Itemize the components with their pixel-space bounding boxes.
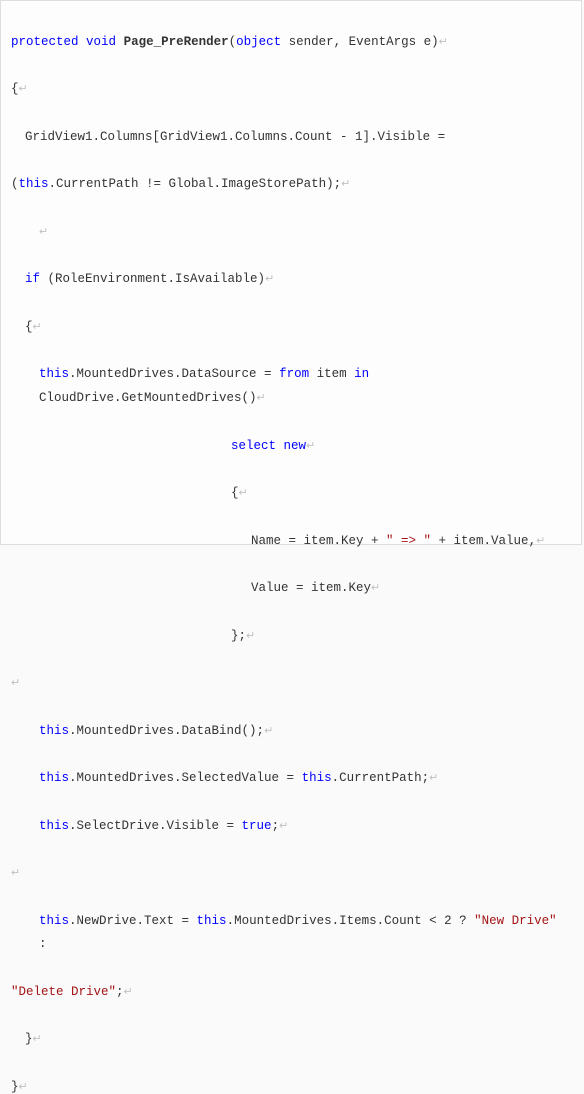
line-end-icon: ↵ — [341, 179, 350, 191]
keyword: this — [39, 724, 69, 738]
line-end-icon: ↵ — [429, 773, 438, 785]
line-end-icon: ↵ — [246, 631, 255, 643]
code-line: (this.CurrentPath != Global.ImageStorePa… — [11, 173, 571, 197]
code-line: if (RoleEnvironment.IsAvailable)↵ — [11, 268, 571, 292]
keyword: new — [284, 439, 307, 453]
code-line: select new↵ — [11, 435, 571, 459]
line-end-icon: ↵ — [33, 322, 42, 334]
code-line: }↵ — [11, 1076, 571, 1094]
code-line: ↵ — [11, 672, 571, 696]
code-line: Value = item.Key↵ — [11, 577, 571, 601]
line-end-icon: ↵ — [306, 441, 315, 453]
code-line: this.NewDrive.Text = this.MountedDrives.… — [11, 910, 571, 958]
code-line: ↵ — [11, 862, 571, 886]
keyword: this — [39, 771, 69, 785]
line-end-icon: ↵ — [39, 227, 48, 239]
line-end-icon: ↵ — [11, 678, 20, 690]
keyword: this — [197, 914, 227, 928]
string-literal: "New Drive" — [474, 914, 557, 928]
line-end-icon: ↵ — [19, 1082, 28, 1094]
code-line: GridView1.Columns[GridView1.Columns.Coun… — [11, 126, 571, 150]
line-end-icon: ↵ — [33, 1034, 42, 1046]
code-line: this.MountedDrives.DataSource = from ite… — [11, 363, 571, 411]
code-line: this.SelectDrive.Visible = true;↵ — [11, 815, 571, 839]
code-line: this.MountedDrives.SelectedValue = this.… — [11, 767, 571, 791]
code-line: "Delete Drive";↵ — [11, 981, 571, 1005]
string-literal: " => " — [386, 534, 431, 548]
keyword: true — [242, 819, 272, 833]
code-line: ↵ — [11, 221, 571, 245]
line-end-icon: ↵ — [371, 583, 380, 595]
keyword: this — [39, 819, 69, 833]
keyword: this — [39, 367, 69, 381]
keyword: select — [231, 439, 276, 453]
line-end-icon: ↵ — [257, 393, 266, 405]
code-line: }↵ — [11, 1028, 571, 1052]
keyword: protected — [11, 35, 79, 49]
code-line: this.MountedDrives.DataBind();↵ — [11, 720, 571, 744]
code-line: protected void Page_PreRender(object sen… — [11, 31, 571, 55]
line-end-icon: ↵ — [19, 84, 28, 96]
line-end-icon: ↵ — [239, 488, 248, 500]
code-line: };↵ — [11, 625, 571, 649]
line-end-icon: ↵ — [265, 274, 274, 286]
code-line: {↵ — [11, 316, 571, 340]
line-end-icon: ↵ — [264, 726, 273, 738]
code-line: {↵ — [11, 482, 571, 506]
keyword: void — [86, 35, 116, 49]
keyword: this — [302, 771, 332, 785]
string-literal: "Delete Drive" — [11, 985, 116, 999]
line-end-icon: ↵ — [536, 536, 545, 548]
keyword: object — [236, 35, 281, 49]
line-end-icon: ↵ — [279, 821, 288, 833]
keyword: if — [25, 272, 40, 286]
line-end-icon: ↵ — [11, 868, 20, 880]
keyword: this — [19, 177, 49, 191]
keyword: this — [39, 914, 69, 928]
code-line: Name = item.Key + " => " + item.Value,↵ — [11, 530, 571, 554]
line-end-icon: ↵ — [439, 37, 448, 49]
code-line: {↵ — [11, 78, 571, 102]
line-end-icon: ↵ — [124, 987, 133, 999]
code-block: protected void Page_PreRender(object sen… — [0, 0, 582, 545]
method-name: Page_PreRender — [124, 35, 229, 49]
keyword: from — [279, 367, 309, 381]
keyword: in — [354, 367, 369, 381]
